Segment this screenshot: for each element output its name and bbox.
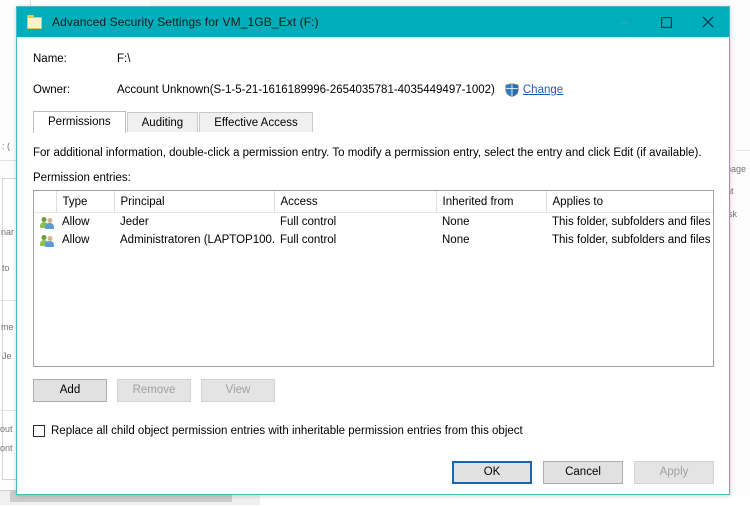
row-applies-to: This folder, subfolders and files (552, 216, 711, 228)
shield-icon (505, 83, 519, 97)
column-header-type[interactable]: Type (56, 191, 115, 213)
background-text-fragment: to (2, 263, 10, 273)
row-type: Allow (62, 216, 90, 228)
tab-auditing[interactable]: Auditing (126, 112, 199, 133)
maximize-button[interactable] (645, 7, 687, 37)
background-text-fragment: Je (2, 351, 12, 361)
table-row[interactable]: Allow Jeder Full control None This folde… (34, 213, 713, 232)
users-icon (40, 216, 55, 229)
tab-permissions[interactable]: Permissions (33, 111, 126, 133)
column-header-principal[interactable]: Principal (114, 191, 275, 213)
row-principal: Jeder (120, 216, 149, 228)
row-applies-to: This folder, subfolders and files (552, 234, 711, 246)
column-header-applies-to[interactable]: Applies to (546, 191, 713, 213)
info-text: For additional information, double-click… (33, 147, 702, 159)
folder-icon (27, 15, 43, 29)
replace-child-permissions-row[interactable]: Replace all child object permission entr… (33, 425, 714, 437)
add-button[interactable]: Add (33, 379, 107, 402)
owner-label: Owner: (33, 84, 71, 96)
background-text-fragment: ont (0, 443, 13, 453)
background-divider (735, 150, 750, 151)
replace-child-permissions-label: Replace all child object permission entr… (51, 425, 523, 437)
background-text-fragment: nar (1, 227, 15, 237)
view-button: View (201, 379, 275, 402)
tab-strip: Permissions Auditing Effective Access (33, 111, 714, 133)
tab-effective-access[interactable]: Effective Access (199, 112, 313, 133)
background-text-fragment: out (0, 424, 13, 434)
row-icon-cell (34, 231, 56, 249)
column-header-inherited-from[interactable]: Inherited from (436, 191, 547, 213)
dialog-titlebar[interactable]: Advanced Security Settings for VM_1GB_Ex… (17, 7, 729, 37)
replace-child-permissions-checkbox[interactable] (33, 425, 45, 437)
column-header-icon[interactable] (34, 191, 57, 213)
minimize-button[interactable] (603, 7, 645, 37)
row-access: Full control (280, 234, 337, 246)
dialog-body: Name: F:\ Owner: Account Unknown(S-1-5-2… (17, 37, 729, 494)
advanced-security-settings-dialog: Advanced Security Settings for VM_1GB_Ex… (16, 6, 730, 495)
name-row: Name: F:\ (33, 49, 714, 69)
dialog-title: Advanced Security Settings for VM_1GB_Ex… (52, 15, 319, 29)
apply-button: Apply (634, 461, 714, 484)
owner-row: Owner: Account Unknown(S-1-5-21-16161899… (33, 80, 714, 100)
dialog-footer-buttons: OK Cancel Apply (452, 461, 714, 484)
window-controls (603, 7, 729, 37)
change-owner-link[interactable]: Change (523, 84, 563, 96)
row-icon-cell (34, 213, 56, 232)
row-inherited-from: None (442, 216, 470, 228)
table-row[interactable]: Allow Administratoren (LAPTOP100... Full… (34, 231, 713, 249)
row-inherited-from: None (442, 234, 470, 246)
cancel-button[interactable]: Cancel (543, 461, 623, 484)
users-icon (40, 234, 55, 247)
row-access: Full control (280, 216, 337, 228)
background-text-fragment: me (1, 322, 14, 332)
remove-button: Remove (117, 379, 191, 402)
table-header-row: Type Principal Access Inherited from App… (34, 191, 713, 213)
ok-button[interactable]: OK (452, 461, 532, 484)
background-text-fragment: : ( (2, 141, 10, 151)
column-header-access[interactable]: Access (274, 191, 437, 213)
owner-value: Account Unknown(S-1-5-21-1616189996-2654… (117, 84, 495, 96)
list-action-buttons: Add Remove View (33, 379, 714, 402)
permission-entries-label: Permission entries: (33, 172, 131, 184)
permission-entries-list[interactable]: Type Principal Access Inherited from App… (33, 190, 714, 367)
name-label: Name: (33, 53, 67, 65)
permission-table: Type Principal Access Inherited from App… (34, 191, 713, 249)
row-type: Allow (62, 234, 90, 246)
close-button[interactable] (687, 7, 729, 37)
name-value: F:\ (117, 53, 131, 65)
row-principal: Administratoren (LAPTOP100... (120, 234, 274, 246)
